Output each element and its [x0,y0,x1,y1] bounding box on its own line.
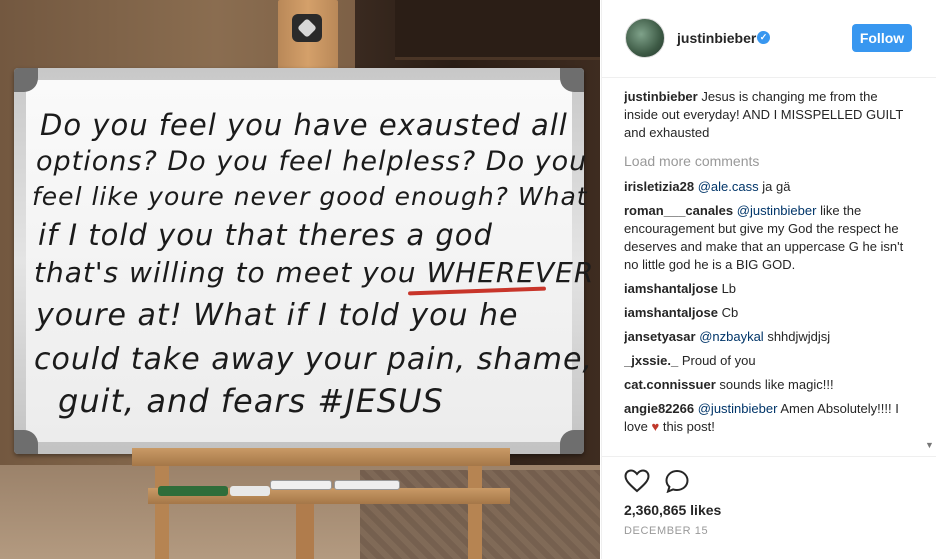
board-text-line: that's willing to meet you WHEREVER [34,256,595,289]
follow-button[interactable]: Follow [852,24,912,52]
avatar[interactable] [625,18,665,58]
list-item: iamshantaljose Lb [624,280,914,298]
comment-text: Proud of you [681,353,756,368]
board-text-line: could take away your pain, shame, [34,342,593,377]
verified-badge-icon: ✓ [757,31,770,44]
scroll-down-arrow-icon[interactable]: ▼ [925,440,934,450]
caption-username[interactable]: justinbieber [624,89,698,104]
post-caption: justinbieber Jesus is changing me from t… [624,88,914,142]
easel-tray [132,448,510,466]
post-photo[interactable]: Do you feel you have exausted all option… [0,0,600,559]
list-item: irisletizia28 @ale.cass ja gä [624,178,914,196]
comment-bubble-icon[interactable] [664,469,690,493]
heart-emoji-icon: ♥ [651,419,660,434]
marker [334,480,400,490]
board-text-line: options? Do you feel helpless? Do you [36,146,588,177]
list-item: angie82266 @justinbieber Amen Absolutely… [624,400,914,436]
list-item: roman___canales @justinbieber like the e… [624,202,914,274]
comment-username[interactable]: _jxssie._ [624,353,678,368]
post-date[interactable]: DECEMBER 15 [624,525,708,537]
comments-list[interactable]: justinbieber Jesus is changing me from t… [624,88,914,456]
likes-count[interactable]: 2,360,865 likes [624,502,721,518]
comment-username[interactable]: roman___canales [624,203,733,218]
comment-username[interactable]: cat.connissuer [624,377,716,392]
comment-username[interactable]: iamshantaljose [624,281,718,296]
comment-username[interactable]: iamshantaljose [624,305,718,320]
easel-leg-left [155,466,169,559]
board-corner [560,430,584,454]
board-text-line: Do you feel you have exausted all [40,108,568,142]
cabinet-door [395,0,600,60]
easel-leg-center [296,504,314,559]
board-text-line: guit, and fears #JESUS [58,382,444,420]
board-text-line: if I told you that theres a god [38,218,493,252]
comment-username[interactable]: angie82266 [624,401,694,416]
heart-like-icon[interactable] [624,469,650,493]
list-item: jansetyasar @nzbaykal shhdjwjdjsj [624,328,914,346]
load-more-comments-link[interactable]: Load more comments [624,152,914,170]
comment-text: Cb [721,305,739,320]
post-side-panel: justinbieber ✓ Follow justinbieber Jesus… [601,0,936,559]
comment-text: shhdjwjdjsj [767,329,831,344]
comment-text: sounds like magic!!! [719,377,834,392]
comment-mention[interactable]: @ale.cass [698,179,759,194]
username-link[interactable]: justinbieber [677,30,756,46]
comment-mention[interactable]: @nzbaykal [699,329,764,344]
easel-leg-right [468,466,482,559]
easel-clip [292,14,322,42]
comment-mention[interactable]: @justinbieber [698,401,778,416]
marker [230,486,270,496]
marker [270,480,332,490]
comment-text: ja gä [762,179,791,194]
post-actions: 2,360,865 likes DECEMBER 15 [602,456,936,559]
comment-username[interactable]: irisletizia28 [624,179,694,194]
comment-text-after: this post! [662,419,715,434]
comment-username[interactable]: jansetyasar [624,329,696,344]
post-header: justinbieber ✓ Follow [602,0,936,78]
comment-mention[interactable]: @justinbieber [737,203,817,218]
board-text-line: youre at! What if I told you he [36,298,519,333]
list-item: iamshantaljose Cb [624,304,914,322]
comment-text: Lb [721,281,737,296]
list-item: _jxssie._ Proud of you [624,352,914,370]
board-text-line: feel like youre never good enough? What [32,182,588,211]
list-item: cat.connissuer sounds like magic!!! [624,376,914,394]
marker [158,486,228,496]
